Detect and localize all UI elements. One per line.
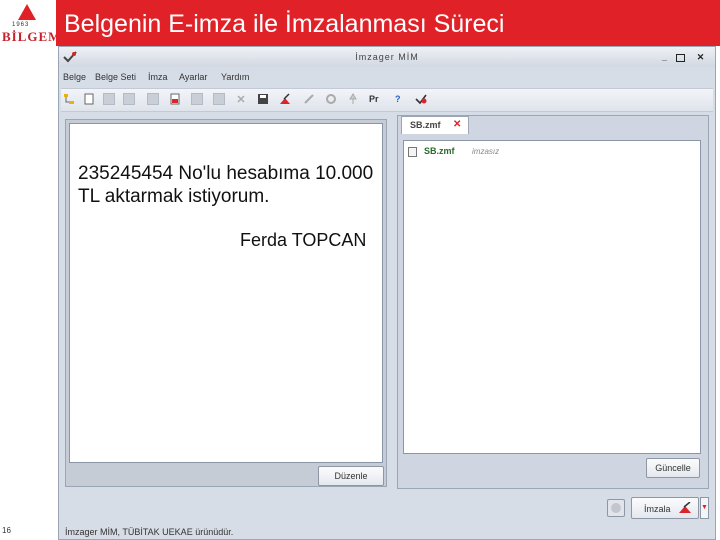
copy-icon-2[interactable] <box>191 93 203 105</box>
restore-button[interactable] <box>676 54 685 62</box>
logo-year: 1963 <box>12 22 30 28</box>
new-document-icon[interactable] <box>83 93 95 105</box>
file-icon <box>408 147 417 157</box>
cut-icon[interactable] <box>235 93 247 105</box>
window-title: İmzager MİM <box>355 52 419 62</box>
status-text: İmzager MİM, TÜBİTAK UEKAE ürünüdür. <box>65 527 234 537</box>
logo-text: BİLGEM <box>2 29 62 44</box>
document-content: 235245454 No'lu hesabıma 10.000 TL aktar… <box>78 163 374 207</box>
tree-icon[interactable] <box>63 93 75 105</box>
pin-icon[interactable] <box>347 93 359 105</box>
document-icon[interactable] <box>147 93 159 105</box>
file-status: imzasız <box>472 147 500 156</box>
pen-icon[interactable] <box>303 93 315 105</box>
pr-button[interactable]: Pr <box>369 94 379 104</box>
tubitak-logo-icon <box>18 4 36 20</box>
document-view[interactable]: 235245454 No'lu hesabıma 10.000 TL aktar… <box>69 123 383 463</box>
menu-bar: Belge Belge Seti İmza Ayarlar Yardım <box>59 69 715 85</box>
tab-close-icon[interactable]: ✕ <box>453 119 461 130</box>
toolbar: Pr ? <box>61 88 713 112</box>
sign-button-label: İmzala <box>644 504 671 514</box>
blank-icon[interactable] <box>213 93 225 105</box>
menu-ayarlar[interactable]: Ayarlar <box>179 72 207 82</box>
menu-belge-seti[interactable]: Belge Seti <box>95 72 136 82</box>
menu-belge[interactable]: Belge <box>63 72 86 82</box>
sign-icon <box>679 502 691 513</box>
tab-sb-zmf[interactable]: SB.zmf ✕ <box>401 116 469 134</box>
status-bar: İmzager MİM, TÜBİTAK UEKAE ürünüdür. <box>59 525 715 539</box>
edit-button[interactable]: Düzenle <box>318 466 384 486</box>
close-window-button[interactable]: ✕ <box>695 53 706 62</box>
refresh-button[interactable]: Güncelle <box>646 458 700 478</box>
slide-title-bar: Belgenin E-imza ile İmzalanması Süreci <box>56 0 720 46</box>
slide-number: 16 <box>2 526 11 535</box>
copy-icon[interactable] <box>103 93 115 105</box>
tab-label: SB.zmf <box>410 120 441 130</box>
document-panel: 235245454 No'lu hesabıma 10.000 TL aktar… <box>65 119 387 487</box>
settings-icon[interactable] <box>325 93 337 105</box>
file-list: SB.zmf imzasız <box>403 140 701 454</box>
minimize-button[interactable]: _ <box>659 53 670 62</box>
help-icon[interactable]: ? <box>395 94 401 104</box>
document-signature: Ferda TOPCAN <box>240 230 367 250</box>
save-icon[interactable] <box>257 93 269 105</box>
bilgem-logo: 1963 BİLGEM <box>0 0 60 48</box>
window-title-bar: İmzager MİM _ ✕ <box>59 47 715 67</box>
menu-imza[interactable]: İmza <box>148 72 168 82</box>
sign-button[interactable]: İmzala <box>631 497 699 519</box>
sign-dropdown-arrow[interactable]: ▼ <box>700 497 709 519</box>
red-document-icon[interactable] <box>169 93 181 105</box>
file-name: SB.zmf <box>424 146 455 156</box>
menu-yardim[interactable]: Yardım <box>221 72 249 82</box>
slide-title: Belgenin E-imza ile İmzalanması Süreci <box>64 10 505 38</box>
verify-icon-button[interactable] <box>607 499 625 517</box>
list-icon[interactable] <box>123 93 135 105</box>
imzager-window: İmzager MİM _ ✕ Belge Belge Seti İmza Ay… <box>58 46 716 540</box>
file-panel: SB.zmf ✕ SB.zmf imzasız Güncelle <box>397 115 709 489</box>
shield-icon <box>611 503 621 513</box>
sign-check-icon[interactable] <box>415 93 427 105</box>
sign-red-icon[interactable] <box>279 93 291 105</box>
